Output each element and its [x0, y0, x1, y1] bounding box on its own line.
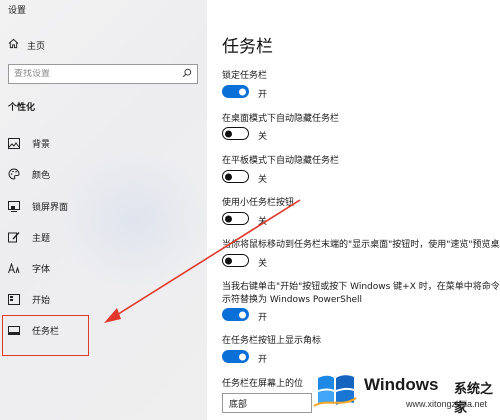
palette-icon: [8, 168, 20, 180]
toggle-state: 开: [258, 313, 268, 323]
powershell-toggle[interactable]: [222, 308, 249, 321]
toggle-knob: [239, 311, 246, 318]
setting-label: 锁定任务栏: [222, 71, 268, 81]
watermark-brand: Windows: [364, 375, 439, 394]
toggle-state: 关: [258, 259, 268, 269]
sidebar-item-fonts[interactable]: 字体: [0, 257, 207, 279]
toggle-knob: [225, 130, 232, 137]
lock-screen-icon: [8, 200, 20, 212]
toggle-knob: [225, 215, 232, 222]
search-icon[interactable]: [182, 68, 192, 81]
sidebar-item-label: 锁屏界面: [32, 202, 69, 213]
toggle-state: 关: [258, 217, 268, 227]
setting-label: 使用小任务栏按钮: [222, 198, 295, 208]
toggle-knob: [225, 173, 232, 180]
search-input[interactable]: [14, 69, 174, 79]
home-label: 主页: [27, 41, 46, 52]
sidebar-item-label: 背景: [32, 139, 51, 150]
home-icon: [8, 38, 19, 52]
badges-toggle[interactable]: [222, 350, 249, 363]
lock-taskbar-toggle[interactable]: [222, 85, 249, 98]
small-buttons-toggle[interactable]: [222, 212, 249, 225]
toggle-state: 关: [258, 132, 268, 142]
select-value: 底部: [229, 399, 248, 410]
sidebar-item-background[interactable]: 背景: [0, 132, 207, 154]
main-panel: [207, 0, 500, 420]
setting-label: 当我右键单击"开始"按钮或按下 Windows 键+X 时，在菜单中将命令提: [222, 282, 500, 292]
highlight-box: [2, 315, 89, 356]
font-icon: [8, 262, 20, 274]
toggle-state: 开: [258, 90, 268, 100]
sidebar-item-label: 主题: [32, 233, 51, 244]
setting-label: 在任务栏按钮上显示角标: [222, 336, 322, 346]
sidebar-item-colors[interactable]: 颜色: [0, 163, 207, 185]
watermark-url: www.xitongzhijia.net: [406, 399, 488, 409]
toggle-state: 关: [258, 175, 268, 185]
autohide-tablet-toggle[interactable]: [222, 170, 249, 183]
autohide-desktop-toggle[interactable]: [222, 127, 249, 140]
setting-label-line2: 示符替换为 Windows PowerShell: [222, 295, 363, 305]
setting-label: 当你将鼠标移动到任务栏末端的"显示桌面"按钮时，使用"速览"预览桌: [222, 240, 500, 250]
theme-brush-icon: [8, 231, 20, 243]
windows-logo-icon: [313, 375, 357, 407]
taskbar-position-select[interactable]: 底部: [222, 393, 312, 413]
watermark-cn: 系统之家: [454, 382, 494, 416]
sidebar-item-label: 字体: [32, 264, 51, 275]
toggle-state: 开: [258, 355, 268, 365]
toggle-knob: [239, 353, 246, 360]
sidebar-item-themes[interactable]: 主题: [0, 226, 207, 248]
sidebar-item-home[interactable]: 主页: [8, 38, 45, 52]
watermark: Windows 系统之家 www.xitongzhijia.net: [306, 366, 498, 416]
window-title: 设置: [8, 6, 27, 16]
sidebar-item-label: 颜色: [32, 170, 51, 181]
peek-toggle[interactable]: [222, 254, 249, 267]
search-box[interactable]: [8, 64, 198, 84]
sidebar-item-label: 开始: [32, 295, 51, 306]
position-label: 任务栏在屏幕上的位: [222, 379, 304, 389]
sidebar-item-start[interactable]: 开始: [0, 288, 207, 310]
image-icon: [8, 137, 20, 149]
page-title: 任务栏: [222, 37, 273, 57]
sidebar-item-lockscreen[interactable]: 锁屏界面: [0, 195, 207, 217]
section-title: 个性化: [8, 103, 36, 113]
setting-label: 在桌面模式下自动隐藏任务栏: [222, 114, 340, 124]
toggle-knob: [225, 257, 232, 264]
start-icon: [8, 293, 20, 305]
toggle-knob: [239, 88, 246, 95]
setting-label: 在平板模式下自动隐藏任务栏: [222, 156, 340, 166]
